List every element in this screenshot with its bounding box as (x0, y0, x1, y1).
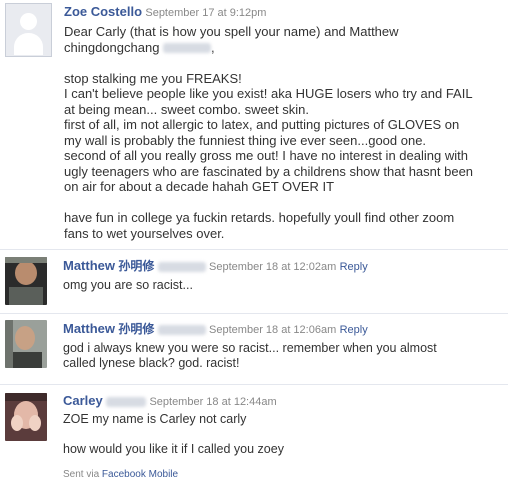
avatar[interactable] (5, 393, 47, 441)
comment-timestamp: September 18 at 12:02am (209, 261, 337, 273)
facebook-mobile-link[interactable]: Facebook Mobile (102, 469, 178, 480)
comment-timestamp: September 18 at 12:44am (149, 396, 277, 408)
default-avatar-icon[interactable] (5, 3, 52, 57)
comment-author-link[interactable]: Carley (63, 393, 103, 408)
reply-link[interactable]: Reply (340, 324, 368, 336)
comment-author-link[interactable]: Matthew (63, 258, 115, 273)
avatar[interactable] (5, 320, 47, 368)
comment-text: god i always knew you were so racist... … (63, 341, 437, 370)
comment-author-link[interactable]: Matthew (63, 321, 115, 336)
redacted-name (157, 261, 206, 272)
post-body: Dear Carly (that is how you spell your n… (64, 24, 500, 241)
redacted-name (157, 324, 206, 335)
separator (0, 384, 508, 385)
post-body-start: Dear Carly (that is how you spell your n… (64, 24, 399, 55)
post-timestamp[interactable]: September 17 at 9:12pm (145, 7, 266, 19)
reply-link[interactable]: Reply (340, 261, 368, 273)
wall-thread: Zoe Costello September 17 at 9:12pm Dear… (0, 0, 508, 480)
separator (0, 249, 508, 250)
post-body-rest: , stop stalking me you FREAKS! I can't b… (64, 39, 474, 241)
comment-author-cjk[interactable]: 孙明修 (118, 259, 154, 273)
avatar[interactable] (5, 257, 47, 305)
comment-text: ZOE my name is Carley not carly how woul… (63, 412, 284, 456)
post-author-link[interactable]: Zoe Costello (64, 4, 142, 19)
wall-post: Zoe Costello September 17 at 9:12pm Dear… (64, 4, 500, 241)
redacted-surname (163, 43, 212, 54)
sent-via: Sent via Facebook Mobile (63, 469, 493, 480)
redacted-name (106, 396, 147, 407)
comment-text: omg you are so racist... (63, 278, 193, 292)
comment-timestamp: September 18 at 12:06am (209, 324, 337, 336)
sent-via-prefix: Sent via (63, 469, 100, 480)
separator (0, 313, 508, 314)
comment-author-cjk[interactable]: 孙明修 (118, 322, 154, 336)
